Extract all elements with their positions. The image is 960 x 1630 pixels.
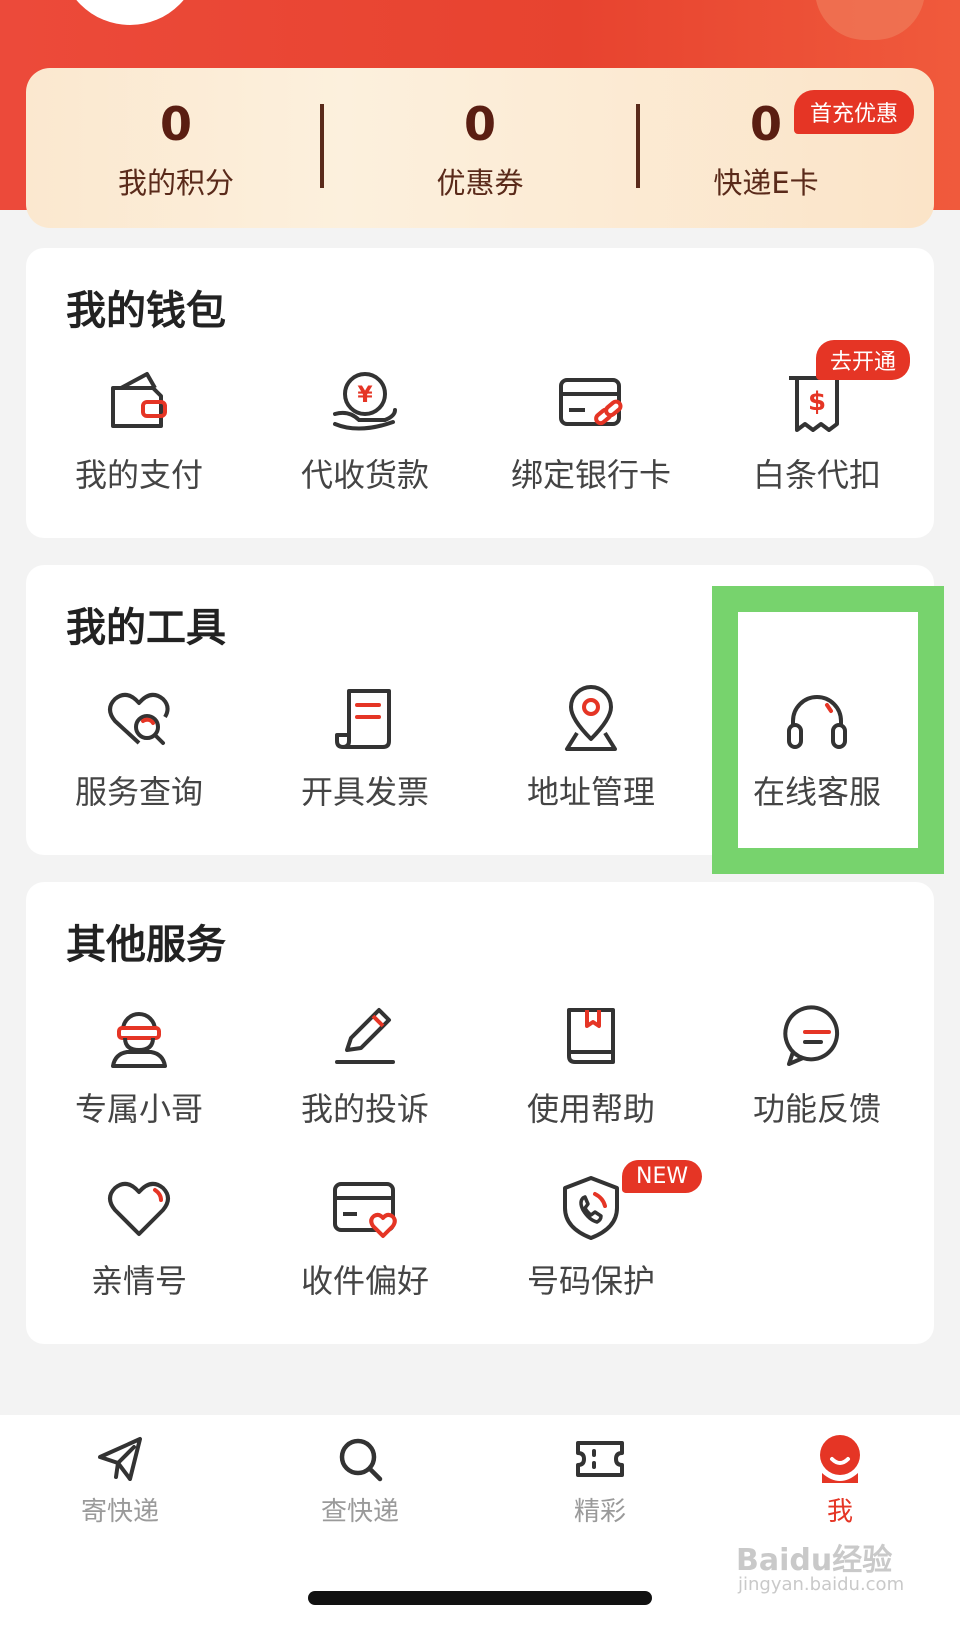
wallet-item-cod[interactable]: ¥ 代收货款	[252, 366, 478, 496]
item-label: 服务查询	[74, 773, 203, 811]
wallet-title: 我的钱包	[66, 288, 226, 334]
other-services-title: 其他服务	[66, 922, 226, 968]
item-label: 亲情号	[90, 1262, 187, 1300]
item-label: 我的支付	[74, 456, 203, 494]
home-indicator[interactable]	[308, 1591, 652, 1605]
item-label: 收件偏好	[300, 1262, 429, 1300]
avatar[interactable]	[60, 0, 200, 25]
item-label: 使用帮助	[526, 1090, 655, 1128]
other-item-receive-preference[interactable]: 收件偏好	[252, 1172, 478, 1302]
book-icon	[567, 1008, 615, 1064]
decoration-lantern	[815, 0, 925, 40]
send-icon	[98, 1437, 142, 1481]
wallet-item-my-payment[interactable]: 我的支付	[26, 366, 252, 496]
highlight-box	[712, 586, 944, 874]
other-item-feedback[interactable]: 功能反馈	[704, 1000, 930, 1130]
first-charge-badge: 首充优惠	[794, 90, 915, 134]
points-value: 0	[159, 97, 192, 151]
invoice-icon	[335, 689, 391, 749]
item-label: 开具发票	[300, 773, 429, 811]
item-label: 白条代扣	[752, 456, 881, 494]
tab-track[interactable]: 查快递	[280, 1433, 440, 1528]
card-link-icon	[559, 378, 623, 426]
profile-icon	[820, 1435, 860, 1483]
tools-item-invoice[interactable]: 开具发票	[252, 683, 478, 813]
other-item-help[interactable]: 使用帮助	[478, 1000, 704, 1130]
tab-send[interactable]: 寄快递	[40, 1433, 200, 1528]
other-item-family-number[interactable]: 亲情号	[26, 1172, 252, 1302]
tab-highlights[interactable]: 精彩	[520, 1433, 680, 1528]
tools-item-address[interactable]: 地址管理	[478, 683, 704, 813]
wallet-item-bind-card[interactable]: 绑定银行卡	[478, 366, 704, 496]
new-badge: NEW	[622, 1160, 703, 1193]
tools-item-service-query[interactable]: 服务查询	[26, 683, 252, 813]
wallet-card: 我的钱包 我的支付 ¥ 代收货款 绑定银行卡 $ 白条代扣 去开通	[26, 248, 934, 538]
heart-icon	[108, 1181, 170, 1236]
other-item-courier[interactable]: 专属小哥	[26, 1000, 252, 1130]
divider	[320, 104, 324, 188]
tab-label: 精彩	[573, 1497, 626, 1527]
search-icon	[339, 1438, 383, 1482]
activate-badge: 去开通	[816, 340, 911, 380]
wallet-icon	[111, 372, 167, 428]
item-label: 号码保护	[526, 1262, 655, 1300]
card-heart-icon	[333, 1182, 397, 1238]
tools-title: 我的工具	[66, 605, 226, 651]
coupons-stat[interactable]: 0 优惠券	[330, 96, 630, 202]
pencil-icon	[335, 1008, 395, 1064]
item-label: 绑定银行卡	[510, 456, 671, 494]
tab-label: 寄快递	[80, 1497, 159, 1527]
coupons-label: 优惠券	[436, 166, 524, 200]
points-stat[interactable]: 0 我的积分	[26, 96, 326, 202]
shield-phone-icon	[563, 1176, 619, 1240]
points-label: 我的积分	[117, 166, 234, 200]
location-pin-icon	[565, 685, 617, 751]
tab-me[interactable]: 我	[760, 1433, 920, 1528]
svg-text:¥: ¥	[357, 383, 373, 408]
other-item-complaint[interactable]: 我的投诉	[252, 1000, 478, 1130]
watermark: Baidu经验	[736, 1543, 893, 1578]
ecard-label: 快递E卡	[713, 166, 819, 200]
item-label: 地址管理	[526, 773, 655, 811]
tab-label: 我	[826, 1497, 853, 1527]
wallet-item-baitiao[interactable]: $ 白条代扣	[704, 366, 930, 496]
heart-search-icon	[108, 692, 170, 745]
watermark-url: jingyan.baidu.com	[738, 1574, 905, 1595]
summary-panel: 0 我的积分 0 优惠券 0 快递E卡 首充优惠	[26, 68, 934, 228]
item-label: 功能反馈	[752, 1090, 881, 1128]
courier-icon	[111, 1012, 167, 1068]
item-label: 专属小哥	[74, 1090, 203, 1128]
tab-label: 查快递	[320, 1497, 399, 1527]
chat-bubble-icon	[783, 1005, 840, 1066]
svg-text:$: $	[808, 387, 826, 417]
coupons-value: 0	[463, 97, 496, 151]
item-label: 我的投诉	[300, 1090, 429, 1128]
cash-hand-icon: ¥	[333, 372, 397, 431]
ticket-icon	[576, 1441, 624, 1477]
other-services-card: 其他服务 专属小哥 我的投诉 使用帮助 功能反馈 亲情号 收件偏好 号码保护 N…	[26, 882, 934, 1344]
item-label: 代收货款	[300, 456, 429, 494]
